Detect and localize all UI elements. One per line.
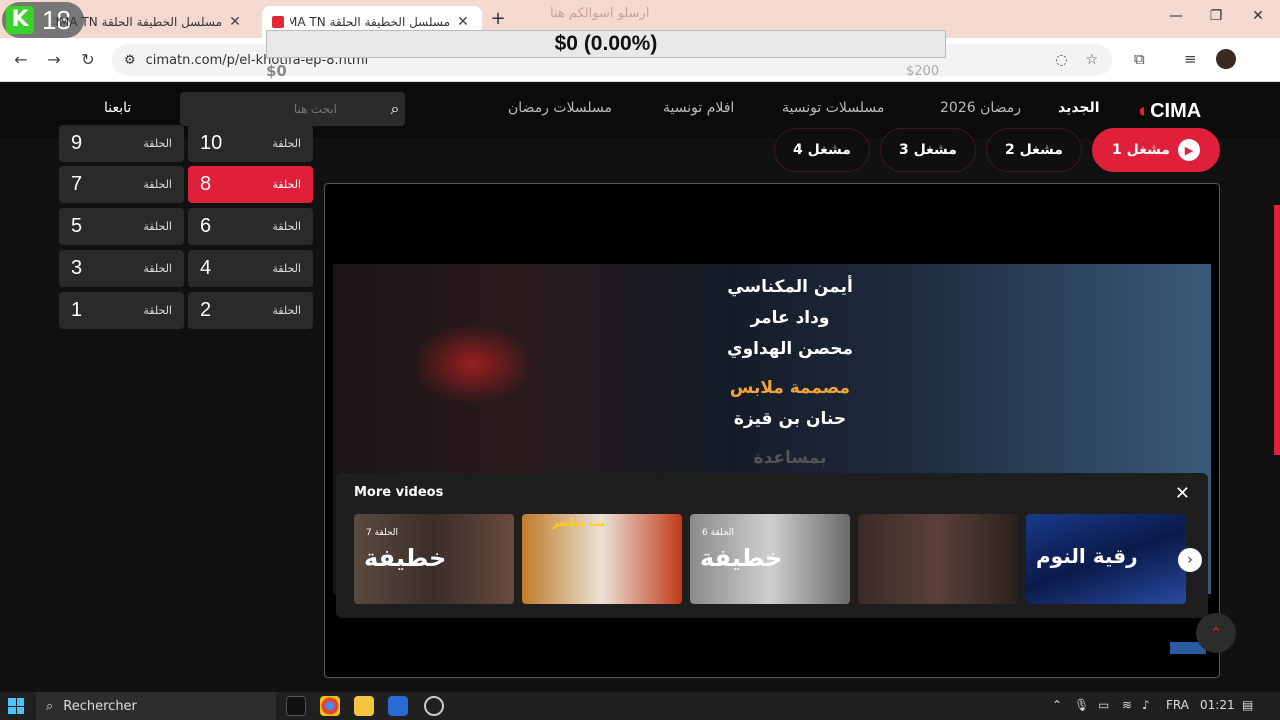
site-logo[interactable]: ◐CIMA (1138, 100, 1201, 123)
store-icon[interactable] (388, 696, 408, 716)
maximize-icon[interactable]: ❐ (1206, 8, 1226, 24)
site-favicon-icon (272, 16, 284, 28)
chrome-icon[interactable] (320, 696, 340, 716)
nav-ramadan-series[interactable]: مسلسلات رمضان (508, 100, 612, 116)
video-credits: أيمن المكناسي وداد عامر محصن الهداوي مصم… (727, 277, 853, 468)
microphone-icon[interactable]: 🎙 (1074, 698, 1089, 712)
file-explorer-icon[interactable] (354, 696, 374, 716)
episode-button[interactable]: 10 الحلقة (188, 125, 313, 162)
progress-min-label: $0 (266, 62, 287, 80)
nav-tunisian-series[interactable]: مسلسلات تونسية (782, 100, 884, 116)
video-thumbnail[interactable]: رقية النوم (1026, 514, 1186, 604)
video-thumbnail[interactable]: الحلقة 7 خطيفة (354, 514, 514, 604)
extensions-icon[interactable]: ⧉ (1134, 50, 1145, 68)
back-arrow-icon[interactable]: ← (10, 50, 32, 69)
ghost-text: ارسلو اسوالكم هنا (550, 6, 650, 21)
k-logo-icon: K (6, 6, 34, 34)
battery-icon[interactable]: ▭ (1098, 698, 1109, 712)
new-tab-button[interactable]: + (488, 8, 508, 29)
donation-progress-bar: $0 (0.00%) (266, 30, 946, 58)
episode-button[interactable]: 1 الحلقة (59, 292, 184, 329)
episode-button[interactable]: 9 الحلقة (59, 125, 184, 162)
tab-title: مسلسل الخطيفة الحلقة CIMA TN (54, 15, 222, 29)
app-icon[interactable] (424, 696, 444, 716)
windows-taskbar: ⌕ Rechercher ⌃ 🎙 ▭ ≋ ♪ FRA 01:21 ▤ (0, 692, 1280, 720)
episode-button-active[interactable]: 8 الحلقة (188, 166, 313, 203)
server-4-button[interactable]: مشغل 4 (774, 128, 870, 172)
nav-tunisian-movies[interactable]: افلام تونسية (663, 100, 734, 116)
tiktok-icon[interactable] (286, 696, 306, 716)
eye-slash-icon[interactable]: ◌ (1055, 52, 1067, 68)
episode-button[interactable]: 5 الحلقة (59, 208, 184, 245)
video-thumbnail[interactable]: بث مباشر (522, 514, 682, 604)
star-icon[interactable]: ☆ (1085, 52, 1098, 68)
volume-icon[interactable]: ♪ (1142, 698, 1150, 712)
tab-title: مسلسل الخطيفة الحلقة CIMA TN (290, 15, 450, 29)
windows-start-icon[interactable] (8, 698, 24, 714)
site-info-icon[interactable]: ⚙ (124, 53, 136, 68)
server-3-button[interactable]: مشغل 3 (880, 128, 976, 172)
close-icon[interactable]: ✕ (1175, 483, 1190, 504)
episode-button[interactable]: 2 الحلقة (188, 292, 313, 329)
minimize-icon[interactable]: — (1166, 8, 1186, 24)
nav-new[interactable]: الجديد (1058, 100, 1100, 116)
close-icon[interactable]: ✕ (454, 14, 472, 30)
media-control-icon[interactable]: ≡ (1184, 50, 1197, 68)
video-thumbnail[interactable] (858, 514, 1018, 604)
reload-icon[interactable]: ↻ (77, 50, 99, 69)
search-input[interactable] (180, 101, 385, 117)
follow-link[interactable]: تابعنا (104, 100, 131, 116)
close-icon[interactable]: ✕ (226, 14, 244, 30)
wifi-icon[interactable]: ≋ (1122, 698, 1132, 712)
scroll-to-top-button[interactable]: ⌃ (1196, 613, 1236, 653)
server-2-button[interactable]: مشغل 2 (986, 128, 1082, 172)
episode-button[interactable]: 6 الحلقة (188, 208, 313, 245)
more-videos-title: More videos (354, 485, 444, 500)
browser-tab-1[interactable]: مسلسل الخطيفة الحلقة CIMA TN ✕ (44, 6, 254, 38)
site-search: ⌕ (180, 92, 405, 126)
search-icon[interactable]: ⌕ (385, 99, 405, 119)
notification-icon[interactable]: ▤ (1242, 698, 1253, 712)
episode-button[interactable]: 4 الحلقة (188, 250, 313, 287)
avatar[interactable] (1216, 49, 1236, 69)
clock[interactable]: 01:21 (1200, 698, 1235, 712)
taskbar-search[interactable]: ⌕ Rechercher (36, 692, 276, 720)
more-videos-panel: More videos ✕ الحلقة 7 خطيفة بث مباشر ال… (336, 473, 1208, 618)
search-icon: ⌕ (46, 698, 54, 714)
chevron-up-icon[interactable]: ⌃ (1052, 698, 1062, 712)
language-indicator[interactable]: FRA (1166, 698, 1189, 712)
forward-arrow-icon[interactable]: → (43, 50, 65, 69)
chevron-right-icon[interactable]: › (1178, 548, 1202, 572)
progress-max-label: $200 (906, 64, 940, 79)
episode-button[interactable]: 3 الحلقة (59, 250, 184, 287)
server-1-button[interactable]: ▶ مشغل 1 (1092, 128, 1220, 172)
window-close-icon[interactable]: ✕ (1248, 8, 1268, 24)
page-scrollbar[interactable] (1274, 205, 1280, 455)
video-thumbnail[interactable]: الحلقة 6 خطيفة (690, 514, 850, 604)
episode-button[interactable]: 7 الحلقة (59, 166, 184, 203)
play-icon: ▶ (1177, 139, 1200, 161)
nav-ramadan-2026[interactable]: رمضان 2026 (940, 100, 1021, 116)
